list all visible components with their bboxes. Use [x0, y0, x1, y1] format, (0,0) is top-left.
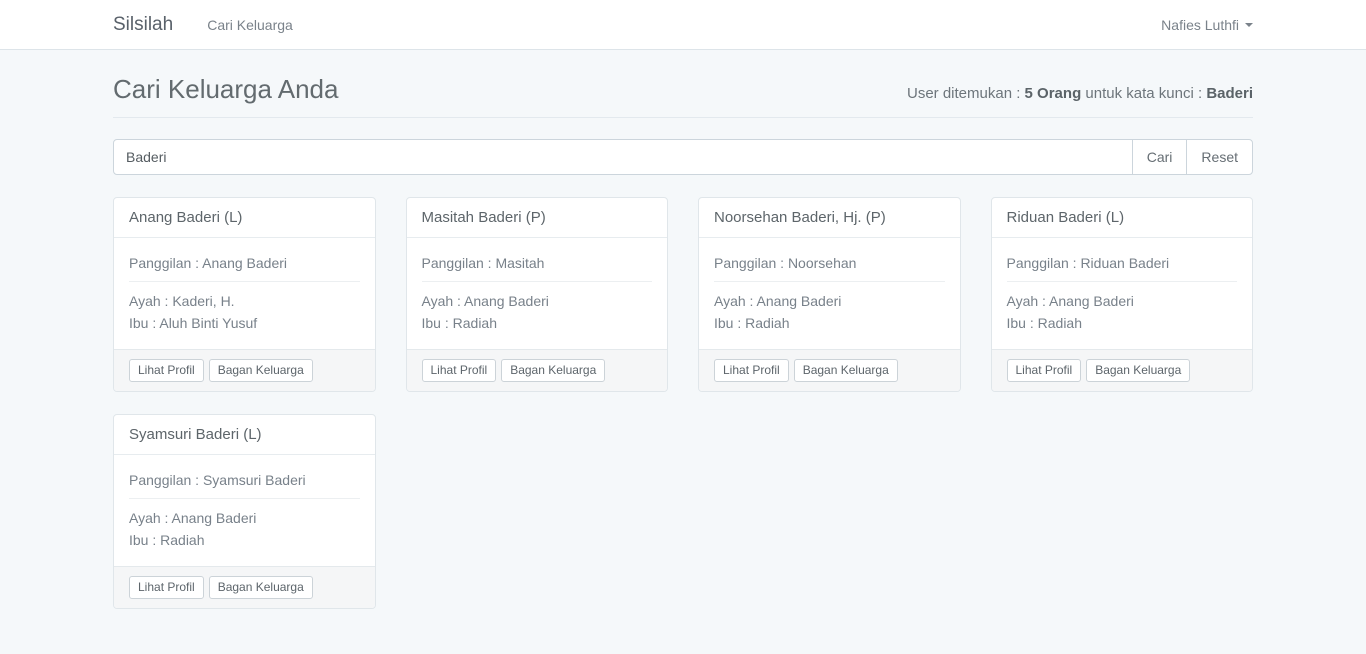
- person-father: Ayah : Anang Baderi: [129, 507, 360, 529]
- view-profile-button[interactable]: Lihat Profil: [714, 359, 789, 382]
- results-grid: Anang Baderi (L) Panggilan : Anang Bader…: [113, 197, 1253, 649]
- navbar: Silsilah Cari Keluarga Nafies Luthfi: [0, 0, 1366, 50]
- family-chart-button[interactable]: Bagan Keluarga: [209, 359, 313, 382]
- search-input[interactable]: [113, 139, 1133, 175]
- family-chart-button[interactable]: Bagan Keluarga: [794, 359, 898, 382]
- family-chart-button[interactable]: Bagan Keluarga: [209, 576, 313, 599]
- user-name: Nafies Luthfi: [1161, 17, 1239, 33]
- summary-keyword: Baderi: [1206, 85, 1253, 102]
- summary-middle: untuk kata kunci :: [1081, 85, 1206, 102]
- search-reset-button[interactable]: Reset: [1186, 139, 1253, 175]
- summary-count: 5 Orang: [1025, 85, 1082, 102]
- card-actions: Lihat Profil Bagan Keluarga: [114, 349, 375, 391]
- person-name: Masitah Baderi (P): [407, 198, 668, 238]
- person-name: Riduan Baderi (L): [992, 198, 1253, 238]
- person-details: Panggilan : Noorsehan Ayah : Anang Bader…: [699, 238, 960, 349]
- person-card: Syamsuri Baderi (L) Panggilan : Syamsuri…: [113, 414, 376, 609]
- person-mother: Ibu : Aluh Binti Yusuf: [129, 312, 360, 334]
- person-details: Panggilan : Syamsuri Baderi Ayah : Anang…: [114, 455, 375, 566]
- person-details: Panggilan : Masitah Ayah : Anang Baderi …: [407, 238, 668, 349]
- person-mother: Ibu : Radiah: [1007, 312, 1238, 334]
- person-mother: Ibu : Radiah: [714, 312, 945, 334]
- person-card: Riduan Baderi (L) Panggilan : Riduan Bad…: [991, 197, 1254, 392]
- person-nickname: Panggilan : Noorsehan: [714, 253, 945, 273]
- person-nickname: Panggilan : Syamsuri Baderi: [129, 470, 360, 490]
- person-details: Panggilan : Anang Baderi Ayah : Kaderi, …: [114, 238, 375, 349]
- person-father: Ayah : Kaderi, H.: [129, 290, 360, 312]
- view-profile-button[interactable]: Lihat Profil: [1007, 359, 1082, 382]
- person-name: Anang Baderi (L): [114, 198, 375, 238]
- person-father: Ayah : Anang Baderi: [714, 290, 945, 312]
- divider: [714, 281, 945, 282]
- view-profile-button[interactable]: Lihat Profil: [129, 576, 204, 599]
- divider: [1007, 281, 1238, 282]
- person-card: Anang Baderi (L) Panggilan : Anang Bader…: [113, 197, 376, 392]
- person-nickname: Panggilan : Anang Baderi: [129, 253, 360, 273]
- person-mother: Ibu : Radiah: [422, 312, 653, 334]
- person-mother: Ibu : Radiah: [129, 529, 360, 551]
- search-form: Cari Reset: [113, 139, 1253, 175]
- user-menu-dropdown[interactable]: Nafies Luthfi: [1161, 17, 1253, 33]
- search-submit-button[interactable]: Cari: [1132, 139, 1188, 175]
- card-actions: Lihat Profil Bagan Keluarga: [114, 566, 375, 608]
- card-actions: Lihat Profil Bagan Keluarga: [407, 349, 668, 391]
- caret-down-icon: [1245, 23, 1253, 27]
- person-name: Syamsuri Baderi (L): [114, 415, 375, 455]
- family-chart-button[interactable]: Bagan Keluarga: [501, 359, 605, 382]
- divider: [129, 498, 360, 499]
- person-nickname: Panggilan : Masitah: [422, 253, 653, 273]
- person-details: Panggilan : Riduan Baderi Ayah : Anang B…: [992, 238, 1253, 349]
- person-card: Noorsehan Baderi, Hj. (P) Panggilan : No…: [698, 197, 961, 392]
- nav-item-cari-keluarga[interactable]: Cari Keluarga: [207, 17, 293, 33]
- divider: [129, 281, 360, 282]
- divider: [422, 281, 653, 282]
- result-summary: User ditemukan : 5 Orang untuk kata kunc…: [907, 85, 1253, 102]
- summary-prefix: User ditemukan :: [907, 85, 1025, 102]
- card-actions: Lihat Profil Bagan Keluarga: [992, 349, 1253, 391]
- family-chart-button[interactable]: Bagan Keluarga: [1086, 359, 1190, 382]
- person-card: Masitah Baderi (P) Panggilan : Masitah A…: [406, 197, 669, 392]
- page-title: Cari Keluarga Anda: [113, 74, 338, 105]
- person-name: Noorsehan Baderi, Hj. (P): [699, 198, 960, 238]
- person-father: Ayah : Anang Baderi: [1007, 290, 1238, 312]
- view-profile-button[interactable]: Lihat Profil: [422, 359, 497, 382]
- brand-link[interactable]: Silsilah: [113, 14, 173, 36]
- person-nickname: Panggilan : Riduan Baderi: [1007, 253, 1238, 273]
- person-father: Ayah : Anang Baderi: [422, 290, 653, 312]
- view-profile-button[interactable]: Lihat Profil: [129, 359, 204, 382]
- page-header: Cari Keluarga Anda User ditemukan : 5 Or…: [113, 50, 1253, 118]
- card-actions: Lihat Profil Bagan Keluarga: [699, 349, 960, 391]
